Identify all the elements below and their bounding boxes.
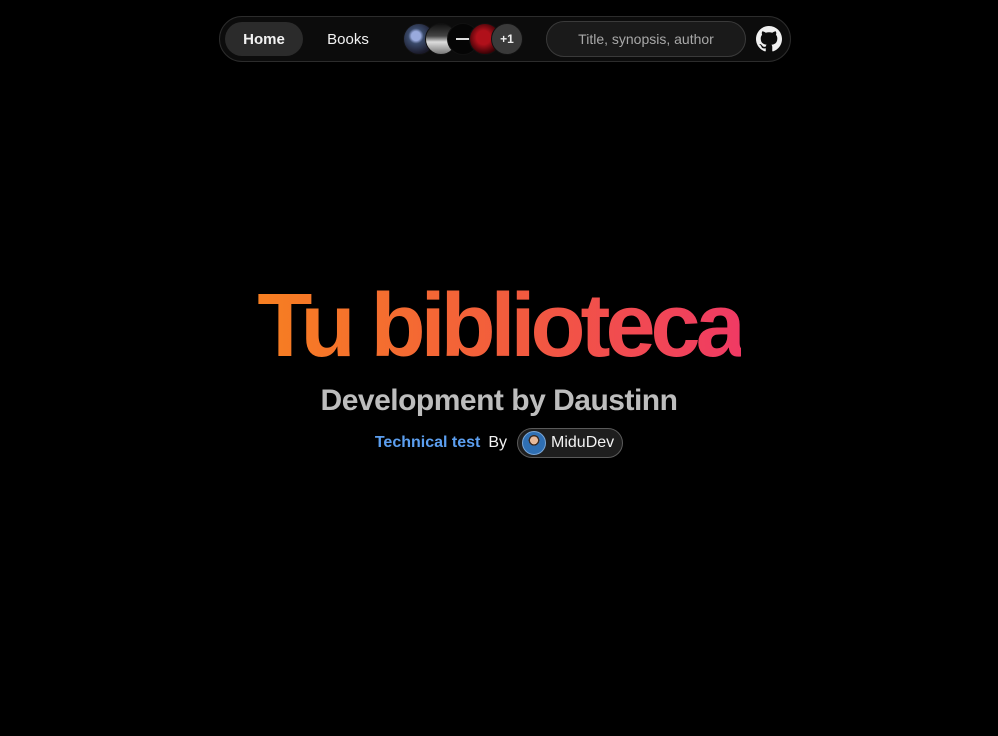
credit-line: Technical test By MiduDev bbox=[0, 428, 998, 458]
by-label: By bbox=[488, 434, 508, 451]
hero-subtitle: Development by Daustinn bbox=[320, 384, 678, 417]
more-books-count[interactable]: +1 bbox=[491, 23, 523, 55]
author-name: MiduDev bbox=[551, 434, 615, 451]
book-covers-stack: +1 bbox=[403, 23, 528, 55]
nav-books-link[interactable]: Books bbox=[312, 22, 384, 56]
author-chip[interactable]: MiduDev bbox=[517, 428, 624, 458]
avatar bbox=[522, 431, 547, 455]
github-icon[interactable] bbox=[756, 26, 782, 52]
technical-test-link[interactable]: Technical test bbox=[375, 434, 481, 452]
nav-home-link[interactable]: Home bbox=[225, 22, 303, 56]
top-navbar: Home Books +1 bbox=[219, 16, 791, 62]
search-input[interactable] bbox=[546, 21, 746, 57]
hero-title: Tu biblioteca bbox=[257, 276, 745, 376]
